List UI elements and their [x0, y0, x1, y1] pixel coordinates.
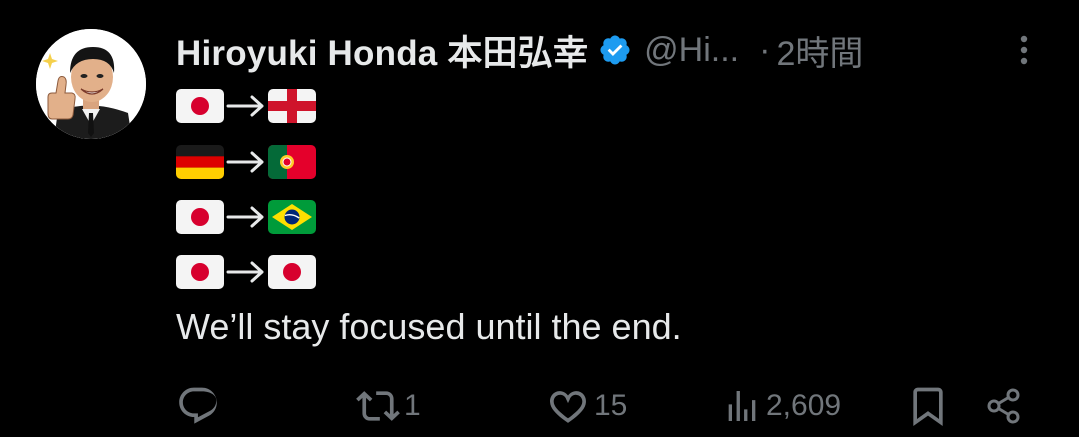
- avatar[interactable]: [36, 29, 146, 139]
- heart-icon: [546, 384, 590, 428]
- tweet-line-4: [176, 252, 316, 292]
- brazil-flag-icon: [268, 200, 316, 234]
- tweet[interactable]: Hiroyuki Honda 本田弘幸 @Hi... · 2時間 We’ll s…: [0, 0, 1079, 437]
- verified-badge-icon[interactable]: [598, 33, 632, 67]
- japan-flag-icon: [176, 89, 224, 123]
- right-arrow-icon: [224, 255, 268, 289]
- retweet-icon: [356, 384, 400, 428]
- views-count: 2,609: [766, 389, 842, 422]
- japan-flag-icon: [176, 255, 224, 289]
- views-button[interactable]: 2,609: [722, 384, 841, 428]
- germany-flag-icon: [176, 145, 224, 179]
- reply-icon: [176, 384, 220, 428]
- england-flag-icon: [268, 89, 316, 123]
- japan-flag-icon: [176, 200, 224, 234]
- separator-dot: ·: [759, 30, 771, 69]
- share-icon: [982, 384, 1026, 428]
- tweet-line-2: [176, 142, 316, 182]
- bookmark-icon: [906, 384, 950, 428]
- author-handle[interactable]: @Hi...: [644, 31, 739, 70]
- right-arrow-icon: [224, 200, 268, 234]
- tweet-line-1: [176, 86, 316, 126]
- views-icon: [722, 384, 762, 428]
- right-arrow-icon: [224, 145, 268, 179]
- right-arrow-icon: [224, 89, 268, 123]
- more-vertical-icon[interactable]: [1006, 30, 1042, 70]
- japan-flag-icon: [268, 255, 316, 289]
- tweet-line-3: [176, 197, 316, 237]
- author-name[interactable]: Hiroyuki Honda 本田弘幸: [176, 25, 588, 76]
- share-button[interactable]: [982, 384, 1026, 428]
- retweet-count: 1: [404, 389, 421, 422]
- timestamp[interactable]: 2時間: [776, 26, 863, 75]
- tweet-header: Hiroyuki Honda 本田弘幸 @Hi... · 2時間: [176, 26, 863, 74]
- avatar-image: [36, 29, 146, 139]
- like-count: 15: [594, 389, 628, 422]
- portugal-flag-icon: [268, 145, 316, 179]
- tweet-text: We’ll stay focused until the end.: [176, 306, 682, 347]
- like-button[interactable]: 15: [546, 384, 627, 428]
- reply-button[interactable]: [176, 384, 224, 428]
- bookmark-button[interactable]: [906, 384, 950, 428]
- retweet-button[interactable]: 1: [356, 384, 421, 428]
